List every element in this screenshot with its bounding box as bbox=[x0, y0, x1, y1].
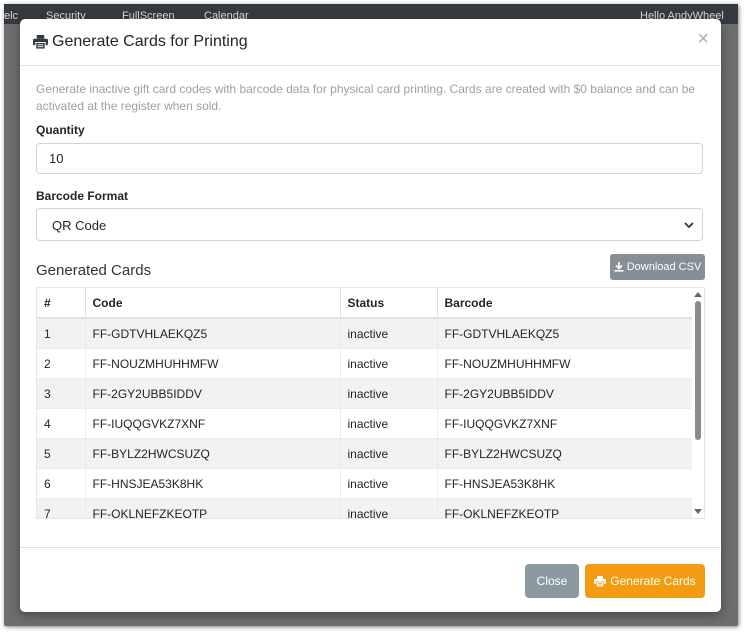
card-status: inactive bbox=[340, 317, 438, 349]
generate-cards-modal: Generate Cards for Printing × Generate i… bbox=[20, 19, 721, 612]
table-row: 6 FF-HNSJEA53K8HK inactive FF-HNSJEA53K8… bbox=[37, 468, 695, 499]
row-number: 2 bbox=[37, 348, 86, 379]
card-code: FF-OKLNEFZKEOTP bbox=[85, 498, 341, 518]
row-number: 6 bbox=[37, 468, 86, 499]
download-csv-button[interactable]: Download CSV bbox=[610, 254, 705, 280]
modal-description: Generate inactive gift card codes with b… bbox=[36, 82, 696, 113]
printer-icon bbox=[594, 575, 607, 587]
card-code: FF-NOUZMHUHHMFW bbox=[85, 348, 341, 379]
modal-header: Generate Cards for Printing × bbox=[20, 19, 721, 66]
row-number: 7 bbox=[37, 498, 86, 518]
barcode-format-label: Barcode Format bbox=[36, 189, 129, 203]
chevron-down-icon bbox=[684, 222, 694, 229]
table-row: 2 FF-NOUZMHUHHMFW inactive FF-NOUZMHUHHM… bbox=[37, 348, 695, 379]
quantity-label: Quantity bbox=[36, 123, 85, 137]
barcode-format-value: QR Code bbox=[52, 218, 107, 233]
table-row: 5 FF-BYLZ2HWCSUZQ inactive FF-BYLZ2HWCSU… bbox=[37, 438, 695, 469]
row-number: 1 bbox=[37, 317, 86, 349]
scroll-up-icon[interactable] bbox=[694, 291, 702, 299]
card-status: inactive bbox=[340, 378, 438, 409]
card-status: inactive bbox=[340, 348, 438, 379]
screenshot-frame: elc Security FullScreen Calendar Hello A… bbox=[4, 4, 738, 626]
card-status: inactive bbox=[340, 468, 438, 499]
card-barcode: FF-BYLZ2HWCSUZQ bbox=[437, 438, 695, 469]
card-code: FF-GDTVHLAEKQZ5 bbox=[85, 317, 341, 349]
card-status: inactive bbox=[340, 408, 438, 439]
printer-icon bbox=[33, 35, 48, 49]
quantity-input[interactable] bbox=[36, 143, 703, 174]
generate-cards-label: Generate Cards bbox=[610, 574, 696, 588]
table-scrollbar[interactable] bbox=[692, 288, 704, 518]
download-icon bbox=[614, 262, 624, 272]
card-status: inactive bbox=[340, 438, 438, 469]
card-code: FF-2GY2UBB5IDDV bbox=[85, 378, 341, 409]
row-number: 5 bbox=[37, 438, 86, 469]
card-code: FF-IUQQGVKZ7XNF bbox=[85, 408, 341, 439]
row-number: 3 bbox=[37, 378, 86, 409]
generated-cards-table: # Code Status Barcode 1 FF-GDTVHLAEKQZ5 … bbox=[36, 287, 705, 519]
card-barcode: FF-OKLNEFZKEOTP bbox=[437, 498, 695, 518]
card-barcode: FF-2GY2UBB5IDDV bbox=[437, 378, 695, 409]
row-number: 4 bbox=[37, 408, 86, 439]
table-row: 4 FF-IUQQGVKZ7XNF inactive FF-IUQQGVKZ7X… bbox=[37, 408, 695, 439]
column-header: Barcode bbox=[437, 288, 695, 319]
card-barcode: FF-IUQQGVKZ7XNF bbox=[437, 408, 695, 439]
card-status: inactive bbox=[340, 498, 438, 518]
generate-cards-button[interactable]: Generate Cards bbox=[585, 564, 705, 598]
table-header-row: # Code Status Barcode bbox=[37, 288, 695, 319]
modal-footer: Close Generate Cards bbox=[20, 547, 721, 613]
card-barcode: FF-HNSJEA53K8HK bbox=[437, 468, 695, 499]
card-barcode: FF-NOUZMHUHHMFW bbox=[437, 348, 695, 379]
table-row: 7 FF-OKLNEFZKEOTP inactive FF-OKLNEFZKEO… bbox=[37, 498, 695, 518]
card-code: FF-HNSJEA53K8HK bbox=[85, 468, 341, 499]
column-header: Status bbox=[340, 288, 438, 319]
generated-cards-title: Generated Cards bbox=[36, 262, 152, 279]
scroll-down-icon[interactable] bbox=[694, 507, 702, 515]
card-code: FF-BYLZ2HWCSUZQ bbox=[85, 438, 341, 469]
column-header: Code bbox=[85, 288, 341, 319]
table-row: 3 FF-2GY2UBB5IDDV inactive FF-2GY2UBB5ID… bbox=[37, 378, 695, 409]
download-csv-label: Download CSV bbox=[626, 261, 702, 273]
modal-title: Generate Cards for Printing bbox=[33, 33, 248, 51]
barcode-format-select[interactable]: QR Code bbox=[36, 208, 703, 241]
scrollbar-thumb[interactable] bbox=[695, 301, 701, 440]
close-button[interactable]: Close bbox=[525, 564, 579, 598]
column-header: # bbox=[37, 288, 86, 319]
card-barcode: FF-GDTVHLAEKQZ5 bbox=[437, 317, 695, 349]
table-row: 1 FF-GDTVHLAEKQZ5 inactive FF-GDTVHLAEKQ… bbox=[37, 317, 695, 349]
close-button-label: Close bbox=[536, 574, 568, 588]
close-icon[interactable]: × bbox=[697, 29, 709, 49]
nav-item: elc bbox=[4, 10, 19, 22]
modal-title-text: Generate Cards for Printing bbox=[52, 33, 248, 50]
